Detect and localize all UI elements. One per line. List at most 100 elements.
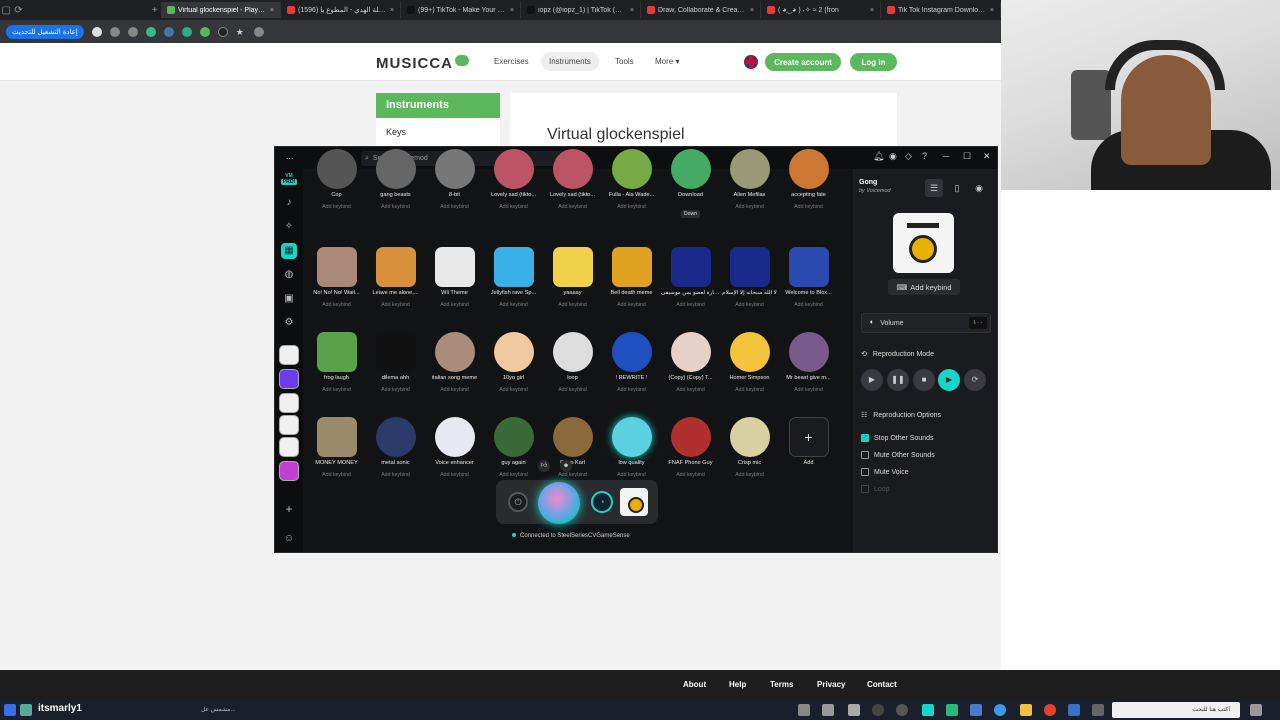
obs-app-icon[interactable] bbox=[872, 704, 884, 716]
diamond-icon[interactable]: ◇ bbox=[905, 151, 912, 162]
add-keybind-link[interactable]: Add keybind bbox=[779, 387, 838, 393]
option-mute-voice[interactable]: Mute Voice bbox=[861, 468, 909, 476]
file-app-icon[interactable] bbox=[822, 704, 834, 716]
sound-tile[interactable]: ختم شارة لعضو بمن موسيقى Add keybind bbox=[661, 247, 720, 308]
sound-tile[interactable]: Voice enhancer Add keybind bbox=[425, 417, 484, 478]
sound-tile[interactable]: (Copy) (Copy) T... Add keybind bbox=[661, 332, 720, 393]
add-keybind-link[interactable]: Add keybind bbox=[484, 387, 543, 393]
thumbs-up-icon[interactable]: 👍︎ bbox=[538, 460, 550, 472]
soundboard-avatar-1[interactable] bbox=[279, 345, 299, 365]
maximize-icon[interactable]: ☐ bbox=[963, 151, 971, 162]
taskbar-app-icon-1[interactable] bbox=[20, 704, 32, 716]
sound-tile[interactable]: frog laugh Add keybind bbox=[307, 332, 366, 393]
app-icon-green[interactable] bbox=[946, 704, 958, 716]
checkbox[interactable] bbox=[861, 485, 869, 493]
smile-icon[interactable]: ☻ bbox=[560, 460, 572, 472]
sound-tile[interactable]: italian song meme Add keybind bbox=[425, 332, 484, 393]
sound-tile[interactable]: FNAF Phone Guy Add keybind bbox=[661, 417, 720, 478]
option-mute-other-sounds[interactable]: Mute Other Sounds bbox=[861, 451, 935, 459]
app-icon-discord[interactable] bbox=[1068, 704, 1080, 716]
sound-tile[interactable]: yaaaay Add keybind bbox=[543, 247, 602, 308]
nav-tools[interactable]: Tools bbox=[607, 52, 642, 71]
extension-icon-3[interactable] bbox=[181, 26, 192, 37]
sound-tile[interactable]: Wii Theme Add keybind bbox=[425, 247, 484, 308]
sound-tile[interactable]: Mr beast give m... Add keybind bbox=[779, 332, 838, 393]
folder-icon[interactable] bbox=[1020, 704, 1032, 716]
hear-myself-icon[interactable]: ◔ bbox=[591, 491, 613, 513]
sound-tile[interactable]: metal sonic Add keybind bbox=[366, 417, 425, 478]
add-keybind-link[interactable]: Add keybind bbox=[307, 302, 366, 308]
soundboard-icon[interactable]: ▦ bbox=[281, 243, 297, 259]
sound-tile[interactable]: Alien Mefilas Add keybind bbox=[720, 149, 779, 210]
sound-tile[interactable]: loop Add keybind bbox=[543, 332, 602, 393]
tab-close-icon[interactable]: × bbox=[390, 7, 394, 14]
sound-tile[interactable]: Lovely sad (tikto... Add keybind bbox=[543, 149, 602, 210]
volume-value[interactable]: ١٠٠ bbox=[969, 317, 987, 329]
add-soundboard-icon[interactable]: + bbox=[281, 501, 297, 517]
new-tab-icon[interactable]: + bbox=[149, 5, 161, 16]
checkbox[interactable]: ✓ bbox=[861, 434, 869, 442]
sound-tile[interactable]: dilema ahh Add keybind bbox=[366, 332, 425, 393]
uk-flag-icon[interactable] bbox=[744, 55, 758, 69]
browser-tab[interactable]: (99+) TikTok - Make Your Day × bbox=[401, 2, 522, 18]
relaunch-update-button[interactable]: إعادة التشغيل للتحديث bbox=[6, 24, 84, 39]
soundboard-avatar-6[interactable] bbox=[279, 461, 299, 481]
sound-tile[interactable]: Bell death meme Add keybind bbox=[602, 247, 661, 308]
soundboard-avatar-5[interactable] bbox=[279, 437, 299, 457]
sound-tile[interactable]: guy again Add keybind bbox=[484, 417, 543, 478]
nav-more[interactable]: More ▾ bbox=[647, 52, 687, 71]
login-button[interactable]: Log in bbox=[850, 53, 897, 71]
add-keybind-link[interactable]: Add keybind bbox=[307, 387, 366, 393]
puzzle-icon[interactable] bbox=[127, 26, 138, 37]
sound-tile[interactable]: Welcome to Blox... Add keybind bbox=[779, 247, 838, 308]
add-keybind-link[interactable]: Add keybind bbox=[425, 302, 484, 308]
footer-terms[interactable]: Terms bbox=[770, 680, 793, 689]
tab-close-icon[interactable]: × bbox=[990, 7, 994, 14]
tab-close-icon[interactable]: × bbox=[630, 7, 634, 14]
soundboard-avatar-2[interactable] bbox=[279, 369, 299, 389]
add-keybind-link[interactable]: Add keybind bbox=[484, 302, 543, 308]
browser-tab[interactable]: شيلة الهدي - المطوع يا (1596) × bbox=[281, 2, 402, 18]
add-keybind-link[interactable]: Add keybind bbox=[720, 387, 779, 393]
add-keybind-link[interactable]: Add keybind bbox=[602, 204, 661, 210]
footer-about[interactable]: About bbox=[683, 680, 706, 689]
add-keybind-link[interactable]: Add keybind bbox=[543, 204, 602, 210]
extension-icon-4[interactable] bbox=[199, 26, 210, 37]
adjust-sliders-icon[interactable]: ☰ bbox=[925, 179, 943, 197]
add-keybind-link[interactable]: Down bbox=[661, 204, 720, 218]
extension-icon[interactable] bbox=[91, 26, 102, 37]
sound-tile[interactable]: low quality Add keybind bbox=[602, 417, 661, 478]
extension-icon-5[interactable] bbox=[217, 26, 228, 37]
add-keybind-link[interactable]: Add keybind bbox=[779, 204, 838, 210]
tab-list-icon[interactable]: ▢ bbox=[0, 5, 12, 16]
add-keybind-link[interactable]: Add keybind bbox=[602, 472, 661, 478]
musicca-logo[interactable]: MUSICCA bbox=[376, 55, 469, 72]
browser-tab[interactable]: Virtual glockenspiel - Play gloc × bbox=[161, 2, 282, 18]
taskbar-search-input[interactable]: اكتب هنا للبحث bbox=[1112, 702, 1240, 718]
start-icon[interactable] bbox=[4, 704, 16, 716]
download-icon[interactable] bbox=[109, 26, 120, 37]
sound-tile[interactable]: MONEY MONEY Add keybind bbox=[307, 417, 366, 478]
sound-tile[interactable]: Homer Simpson Add keybind bbox=[720, 332, 779, 393]
footer-privacy[interactable]: Privacy bbox=[817, 680, 845, 689]
add-keybind-button[interactable]: ⌨ Add keybind bbox=[888, 279, 960, 295]
sound-tile[interactable]: Lovely sad (tikto... Add keybind bbox=[484, 149, 543, 210]
mode-play-pause-icon[interactable]: ❚❚ bbox=[887, 369, 909, 391]
browser-tab[interactable]: iopz (@iopz_1) | TikTok (+99) × bbox=[521, 2, 642, 18]
bookmark-star-icon[interactable]: ★ bbox=[236, 27, 246, 37]
sound-tile[interactable]: 8-bit Add keybind bbox=[425, 149, 484, 210]
voicemod-app-icon[interactable] bbox=[922, 704, 934, 716]
footer-help[interactable]: Help bbox=[729, 680, 746, 689]
browser-tab[interactable]: Draw, Collaborate & Create wit × bbox=[641, 2, 762, 18]
browser-tab[interactable]: Tik Tok Instagram Downloade × bbox=[881, 2, 1001, 18]
add-keybind-link[interactable]: Add keybind bbox=[661, 472, 720, 478]
add-keybind-link[interactable]: Add keybind bbox=[484, 472, 543, 478]
widgets-icon[interactable] bbox=[1092, 704, 1104, 716]
add-keybind-link[interactable]: Add keybind bbox=[543, 302, 602, 308]
app-icon-steam[interactable] bbox=[896, 704, 908, 716]
sound-tile[interactable]: لا الله سبحانه إلا الإسلام Add keybind bbox=[720, 247, 779, 308]
close-icon[interactable]: ✕ bbox=[983, 151, 991, 162]
tab-close-icon[interactable]: × bbox=[870, 7, 874, 14]
add-keybind-link[interactable]: Add keybind bbox=[543, 387, 602, 393]
sound-tile[interactable]: ! REWRITE ! Add keybind bbox=[602, 332, 661, 393]
